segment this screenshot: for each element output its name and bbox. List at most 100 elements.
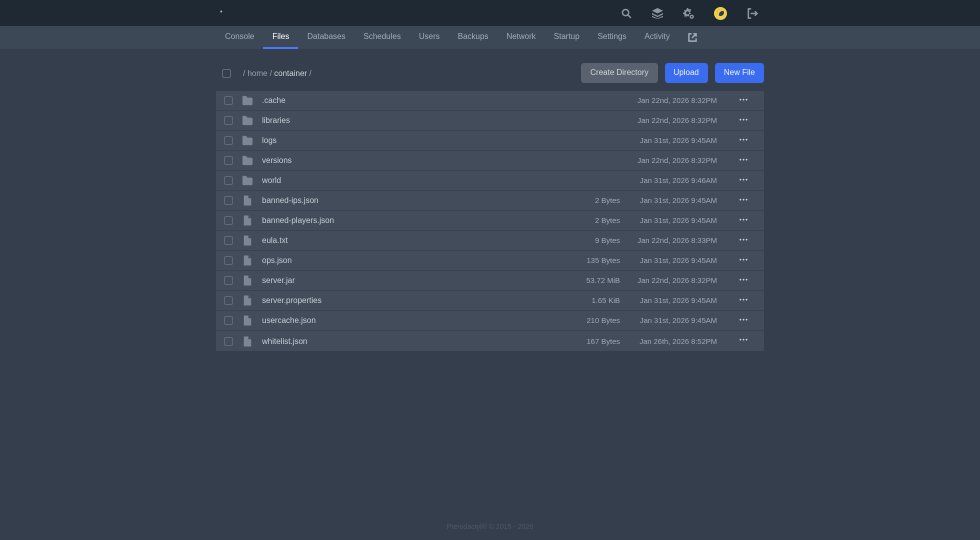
footer-copyright: Pterodactyl® © 2015 - 2026 <box>446 524 534 531</box>
select-all-checkbox[interactable] <box>222 68 231 78</box>
file-list: .cache Jan 22nd, 2026 8:32PM ••• librari… <box>216 91 764 351</box>
nav-tab-console[interactable]: Console <box>216 26 263 49</box>
file-name[interactable]: libraries <box>262 116 290 125</box>
file-name[interactable]: ops.json <box>262 256 292 265</box>
file-name[interactable]: banned-players.json <box>262 216 334 225</box>
row-menu-button[interactable]: ••• <box>724 218 764 224</box>
breadcrumb: / home / container / <box>243 69 312 78</box>
file-modified-date: Jan 22nd, 2026 8:32PM <box>637 156 717 165</box>
logout-icon[interactable] <box>747 7 758 19</box>
nav-tab-startup[interactable]: Startup <box>545 26 589 49</box>
file-name[interactable]: server.jar <box>262 276 295 285</box>
file-size: 2 Bytes <box>594 216 620 225</box>
row-checkbox[interactable] <box>224 176 233 185</box>
row-menu-button[interactable]: ••• <box>724 98 764 104</box>
brand-dot: • <box>220 9 223 16</box>
file-name[interactable]: world <box>262 176 281 185</box>
row-checkbox[interactable] <box>224 136 233 145</box>
row-menu-button[interactable]: ••• <box>724 238 764 244</box>
file-name[interactable]: banned-ips.json <box>262 196 318 205</box>
file-name[interactable]: .cache <box>262 96 286 105</box>
file-icon <box>242 235 253 246</box>
row-menu-button[interactable]: ••• <box>724 138 764 144</box>
file-row[interactable]: versions Jan 22nd, 2026 8:32PM ••• <box>216 151 764 171</box>
topbar-icon-group <box>621 0 758 26</box>
row-menu-button[interactable]: ••• <box>724 258 764 264</box>
file-toolbar: / home / container / Create Directory Up… <box>216 63 764 83</box>
nav-tab-databases[interactable]: Databases <box>298 26 354 49</box>
row-checkbox[interactable] <box>224 296 233 305</box>
nav-items: Console Files Databases Schedules Users Backu… <box>216 26 764 49</box>
file-name[interactable]: usercache.json <box>262 316 316 325</box>
file-row[interactable]: .cache Jan 22nd, 2026 8:32PM ••• <box>216 91 764 111</box>
nav-tab-schedules[interactable]: Schedules <box>355 26 410 49</box>
row-checkbox[interactable] <box>224 156 233 165</box>
row-checkbox[interactable] <box>224 276 233 285</box>
file-name[interactable]: server.properties <box>262 296 322 305</box>
row-checkbox[interactable] <box>224 196 233 205</box>
file-modified-date: Jan 31st, 2026 9:45AM <box>639 316 717 325</box>
file-modified-date: Jan 22nd, 2026 8:33PM <box>637 236 717 245</box>
file-name[interactable]: whitelist.json <box>262 337 307 346</box>
file-row[interactable]: banned-players.json 2 Bytes Jan 31st, 20… <box>216 211 764 231</box>
file-modified-date: Jan 31st, 2026 9:45AM <box>639 136 717 145</box>
server-nav-bar: Console Files Databases Schedules Users Backu… <box>0 26 980 49</box>
row-checkbox[interactable] <box>224 96 233 105</box>
nav-tab-backups[interactable]: Backups <box>449 26 498 49</box>
row-menu-button[interactable]: ••• <box>724 278 764 284</box>
admin-cogs-icon[interactable] <box>683 7 694 19</box>
top-bar: • <box>0 0 980 26</box>
row-checkbox[interactable] <box>224 236 233 245</box>
row-menu-button[interactable]: ••• <box>724 158 764 164</box>
file-modified-date: Jan 22nd, 2026 8:32PM <box>637 276 717 285</box>
row-menu-button[interactable]: ••• <box>724 298 764 304</box>
file-icon <box>242 275 253 286</box>
file-name[interactable]: logs <box>262 136 277 145</box>
nav-tab-activity[interactable]: Activity <box>635 26 678 49</box>
row-checkbox[interactable] <box>224 256 233 265</box>
file-modified-date: Jan 31st, 2026 9:45AM <box>639 296 717 305</box>
file-size: 210 Bytes <box>586 316 620 325</box>
search-icon[interactable] <box>621 8 632 19</box>
external-link-icon[interactable] <box>679 26 706 49</box>
file-modified-date: Jan 26th, 2026 8:52PM <box>639 336 717 346</box>
file-size: 167 Bytes <box>586 336 620 346</box>
row-menu-button[interactable]: ••• <box>724 178 764 184</box>
file-row[interactable]: whitelist.json 167 Bytes Jan 26th, 2026 … <box>216 331 764 351</box>
folder-icon <box>242 115 253 126</box>
row-menu-button[interactable]: ••• <box>724 338 764 344</box>
file-row[interactable]: banned-ips.json 2 Bytes Jan 31st, 2026 9… <box>216 191 764 211</box>
nav-tab-users[interactable]: Users <box>410 26 449 49</box>
breadcrumb-separator: / <box>307 68 312 78</box>
folder-icon <box>242 155 253 166</box>
file-row[interactable]: usercache.json 210 Bytes Jan 31st, 2026 … <box>216 311 764 331</box>
create-directory-button[interactable]: Create Directory <box>581 63 658 83</box>
file-row[interactable]: eula.txt 9 Bytes Jan 22nd, 2026 8:33PM •… <box>216 231 764 251</box>
file-row[interactable]: libraries Jan 22nd, 2026 8:32PM ••• <box>216 111 764 131</box>
breadcrumb-segment-home[interactable]: home <box>247 69 267 78</box>
upload-button[interactable]: Upload <box>664 63 708 83</box>
row-checkbox[interactable] <box>224 116 233 125</box>
row-menu-button[interactable]: ••• <box>724 318 764 324</box>
file-row[interactable]: ops.json 135 Bytes Jan 31st, 2026 9:45AM… <box>216 251 764 271</box>
file-size: 9 Bytes <box>594 236 620 245</box>
row-menu-button[interactable]: ••• <box>724 118 764 124</box>
file-row[interactable]: logs Jan 31st, 2026 9:45AM ••• <box>216 131 764 151</box>
file-name[interactable]: eula.txt <box>262 236 288 245</box>
servers-icon[interactable] <box>652 7 663 19</box>
file-row[interactable]: world Jan 31st, 2026 9:46AM ••• <box>216 171 764 191</box>
file-row[interactable]: server.properties 1.65 KiB Jan 31st, 202… <box>216 291 764 311</box>
breadcrumb-segment-container: container <box>274 68 308 78</box>
nav-tab-network[interactable]: Network <box>497 26 544 49</box>
toolbar-buttons: Create Directory Upload New File <box>581 63 764 83</box>
row-menu-button[interactable]: ••• <box>724 198 764 204</box>
row-checkbox[interactable] <box>224 336 233 346</box>
row-checkbox[interactable] <box>224 216 233 225</box>
user-avatar[interactable] <box>714 6 727 20</box>
new-file-button[interactable]: New File <box>714 63 764 83</box>
nav-tab-files[interactable]: Files <box>263 26 299 49</box>
file-name[interactable]: versions <box>262 156 292 165</box>
row-checkbox[interactable] <box>224 316 233 325</box>
nav-tab-settings[interactable]: Settings <box>589 26 636 49</box>
file-row[interactable]: server.jar 53.72 MiB Jan 22nd, 2026 8:32… <box>216 271 764 291</box>
